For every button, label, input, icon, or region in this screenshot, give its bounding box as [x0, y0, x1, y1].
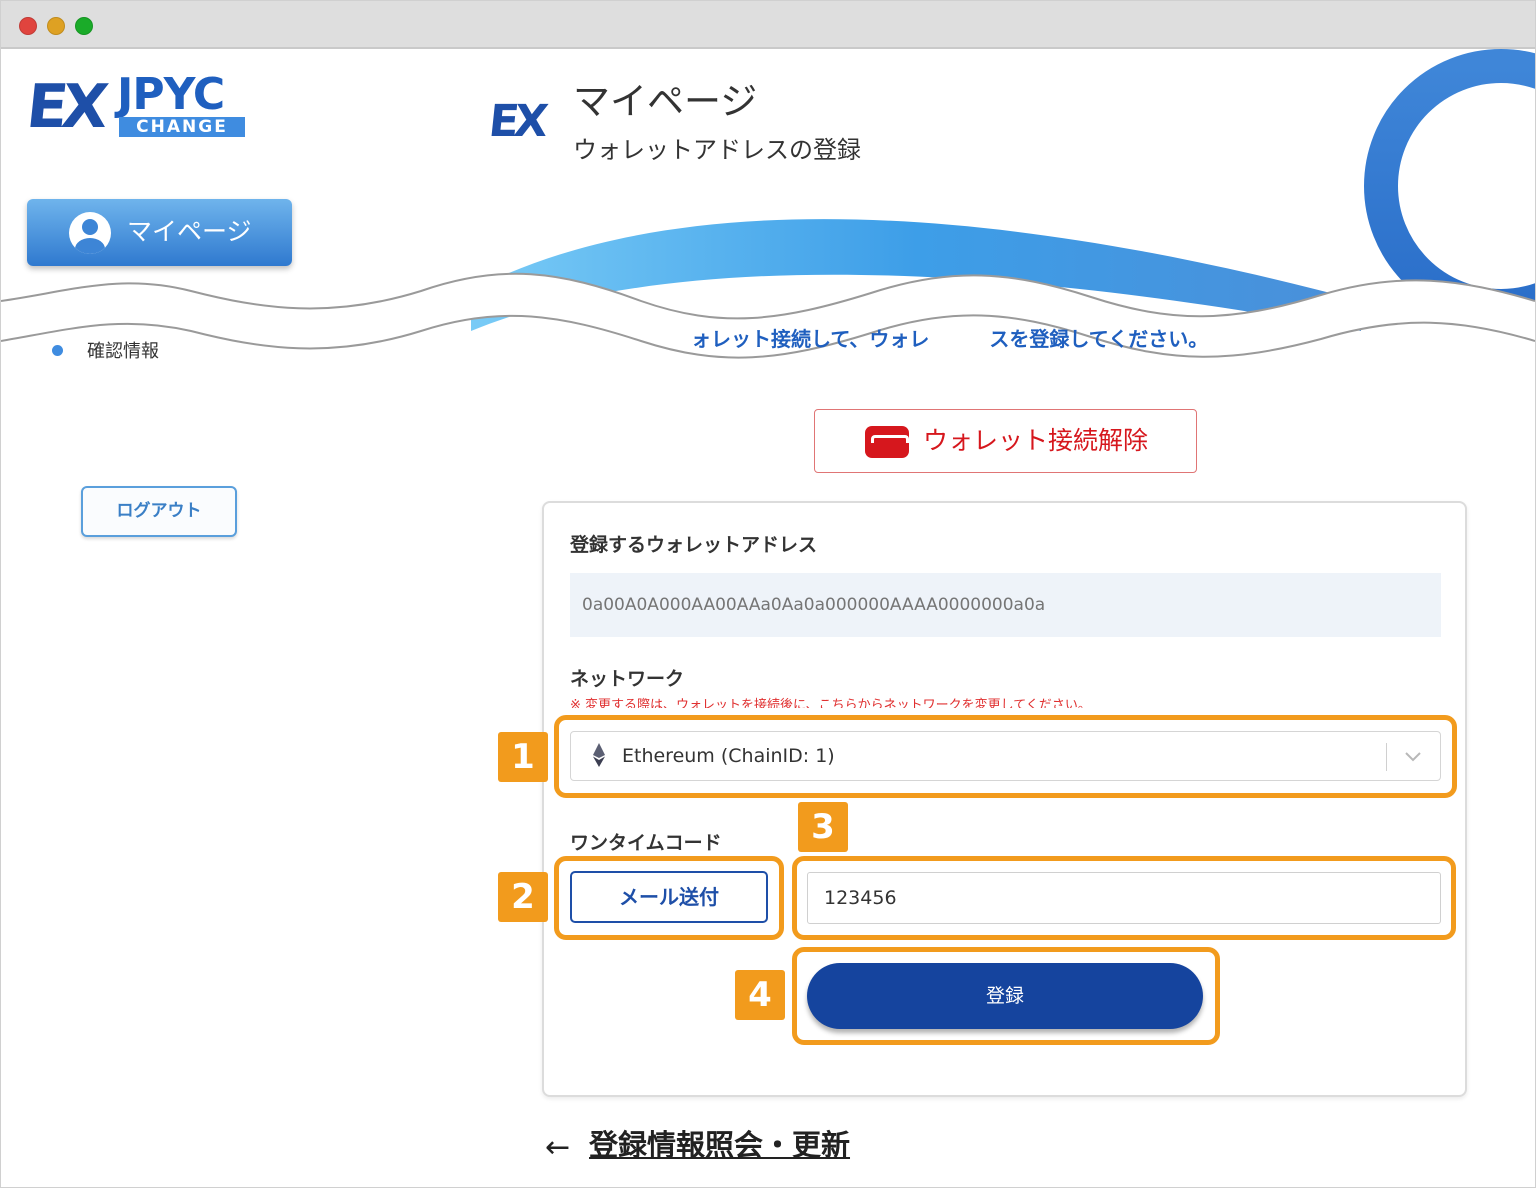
network-label: ネットワーク: [570, 668, 685, 690]
step-badge-3: 3: [798, 802, 848, 852]
browser-window: EX JPYC CHANGE マイページ 確認情報 ログアウト EX マイページ…: [0, 0, 1536, 1188]
header-ex-mark: EX: [486, 96, 546, 147]
network-warning: ※ 変更する際は、ウォレットを接続後に、こちらからネットワークを変更してください…: [570, 698, 1091, 708]
page-subtitle: ウォレットアドレスの登録: [573, 136, 861, 164]
logo-ex-mark: EX: [23, 72, 106, 142]
step-badge-2: 2: [498, 872, 548, 922]
instruction-text: ォレット接続して、ウォレ スを登録してください。: [691, 327, 1209, 351]
wallet-address-field[interactable]: [570, 573, 1441, 637]
address-label: 登録するウォレットアドレス: [570, 534, 818, 556]
wallet-disconnect-button[interactable]: ウォレット接続解除: [814, 409, 1197, 473]
decorative-ring: [1364, 49, 1535, 323]
logout-button[interactable]: ログアウト: [81, 486, 237, 537]
highlight-frame-1: [554, 715, 1457, 798]
wallet-icon: [865, 426, 909, 458]
logo-jpyc-text: JPYC: [117, 69, 225, 120]
otp-label: ワンタイムコード: [570, 832, 722, 854]
highlight-frame-2: [554, 856, 784, 940]
page-title: マイページ: [573, 80, 758, 123]
highlight-frame-3: [792, 856, 1456, 940]
sidebar-mypage-label: マイページ: [127, 217, 252, 246]
wallet-disconnect-label: ウォレット接続解除: [923, 426, 1149, 455]
logout-button-label: ログアウト: [116, 501, 202, 521]
logo-change-text: CHANGE: [119, 117, 245, 137]
bullet-icon: [52, 345, 63, 356]
highlight-frame-4: [792, 947, 1220, 1045]
step-badge-1: 1: [498, 732, 548, 782]
sidebar-mypage-button[interactable]: マイページ: [27, 199, 292, 266]
exjpyc-logo[interactable]: EX JPYC CHANGE: [23, 71, 247, 142]
arrow-left-icon: ←: [545, 1130, 571, 1165]
step-badge-4: 4: [735, 970, 785, 1020]
user-avatar-icon: [69, 212, 111, 254]
sidebar-item-confirmation[interactable]: 確認情報: [87, 339, 159, 365]
back-link-label: 登録情報照会・更新: [589, 1128, 851, 1162]
